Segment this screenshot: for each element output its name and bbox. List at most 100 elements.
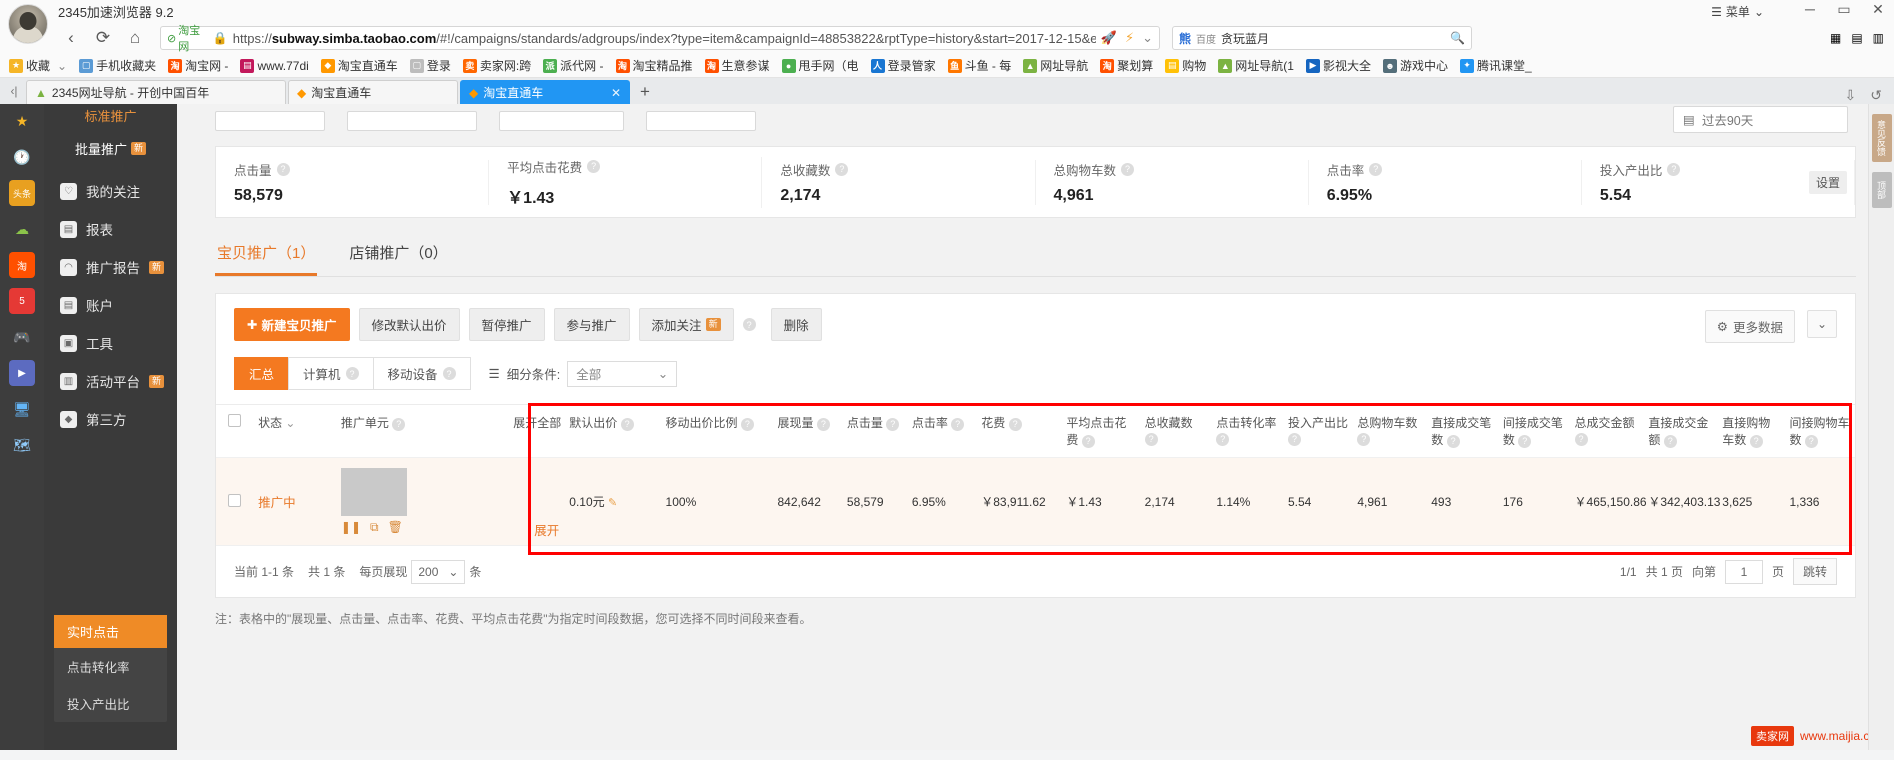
promotion-tab[interactable]: 宝贝推广（1） <box>215 236 318 276</box>
column-header[interactable]: 点击量 ? <box>842 404 908 458</box>
promotion-tab[interactable]: 店铺推广（0） <box>347 236 449 276</box>
expand-row-link[interactable]: 展开 <box>534 520 559 539</box>
bookmark-item[interactable]: 淘生意参谋 <box>700 56 775 75</box>
help-icon[interactable]: ? <box>345 367 359 380</box>
help-icon[interactable]: ? <box>1287 432 1301 446</box>
grid-icon[interactable]: ▦ <box>1830 31 1841 45</box>
edit-default-bid-button[interactable]: 修改默认出价 <box>358 308 460 341</box>
bookmark-item[interactable]: 鱼斗鱼 - 每 <box>943 56 1017 75</box>
download-icon[interactable]: ⇩ <box>1845 87 1857 104</box>
bookmark-item[interactable]: 卖卖家网:跨 <box>458 56 536 75</box>
sidebar-item-0[interactable]: ♡ 我的关注 <box>44 172 177 210</box>
bookmark-item[interactable]: ▲ 网址导航 <box>1018 56 1093 75</box>
help-icon[interactable]: ? <box>587 159 601 173</box>
column-header[interactable]: 总购物车数 ? <box>1353 404 1428 458</box>
help-icon[interactable]: ? <box>740 417 754 431</box>
jump-button[interactable]: 跳转 <box>1792 558 1837 585</box>
restore-tab-icon[interactable]: ↺ <box>1870 87 1882 104</box>
help-icon[interactable]: ? <box>1663 434 1677 448</box>
help-icon[interactable]: ? <box>1081 434 1095 448</box>
monitor-icon[interactable]: 🖥 <box>9 396 35 422</box>
bookmark-item[interactable]: 人登录管家 <box>866 56 941 75</box>
column-header[interactable]: 点击率 ? <box>907 404 978 458</box>
game-icon[interactable]: 🎮 <box>9 324 35 350</box>
bookmark-item[interactable]: ▤ www.77di <box>235 58 313 74</box>
maximize-button[interactable]: ▭ <box>1836 2 1852 18</box>
column-header[interactable]: 点击转化率 ? <box>1212 404 1284 458</box>
help-icon[interactable]: ? <box>1667 162 1681 176</box>
help-icon[interactable]: ? <box>951 417 965 431</box>
help-icon[interactable]: ? <box>1369 162 1383 176</box>
close-button[interactable]: ✕ <box>1870 2 1886 18</box>
bookmark-item[interactable]: 淘淘宝精品推 <box>611 56 698 75</box>
bookmark-item[interactable]: ☻ 游戏中心 <box>1378 56 1453 75</box>
search-bar[interactable]: 熊 百度 贪玩蓝月 🔍 <box>1172 26 1472 50</box>
feedback-icon[interactable]: 意见反馈 <box>1871 114 1892 162</box>
browser-tab[interactable]: ▲ 2345网址导航 - 开创中国百年 <box>26 80 286 104</box>
column-header[interactable]: 间接购物车数 ? <box>1785 404 1855 458</box>
column-header[interactable]: 花费 ? <box>977 404 1063 458</box>
help-icon[interactable]: ? <box>620 417 634 431</box>
join-promotion-button[interactable]: 参与推广 <box>553 308 630 341</box>
pause-icon[interactable]: ❚❚ <box>341 520 361 535</box>
video-icon[interactable]: ▶ <box>9 360 35 386</box>
segment-button[interactable]: 移动设备? <box>372 357 471 390</box>
browser-tab[interactable]: ◆ 淘宝直通车 <box>288 80 458 104</box>
filter-box-1[interactable] <box>215 111 325 131</box>
bookmark-item[interactable]: ● 甩手网（电 <box>777 56 864 75</box>
help-icon[interactable]: ? <box>1216 432 1230 446</box>
search-icon[interactable]: 🔍 <box>1450 31 1465 45</box>
sidebar-item-1[interactable]: ▤ 报表 <box>44 210 177 248</box>
copy-icon[interactable]: ⧉ <box>370 520 379 535</box>
per-page-select[interactable]: 200 ⌄ <box>411 559 466 584</box>
goto-page-input[interactable]: 1 <box>1724 559 1763 584</box>
filter-box-4[interactable] <box>646 111 756 131</box>
bookmark-item[interactable]: 淘淘宝网 - <box>163 56 233 75</box>
bookmark-item[interactable]: ▶ 影视大全 <box>1301 56 1376 75</box>
clock-icon[interactable]: 🕐 <box>9 144 35 170</box>
delete-button[interactable]: 删除 <box>770 308 822 341</box>
trash-icon[interactable]: 🗑 <box>388 520 403 535</box>
bookmark-item[interactable]: ◆ 淘宝直通车 <box>316 56 403 75</box>
metrics-setting-button[interactable]: 设置 <box>1808 171 1847 194</box>
realtime-item[interactable]: 点击转化率 <box>54 648 167 685</box>
star-icon[interactable]: ★ <box>9 108 35 134</box>
segment-button[interactable]: 汇总 <box>234 357 290 390</box>
help-icon[interactable]: ? <box>816 417 830 431</box>
help-icon[interactable]: ? <box>1357 432 1371 446</box>
column-header[interactable]: 平均点击花费 ? <box>1062 404 1141 458</box>
window-split-icon[interactable]: ▤ <box>1851 31 1862 45</box>
sidebar-item-5[interactable]: ▥ 活动平台新 <box>44 362 177 400</box>
help-icon[interactable]: ? <box>1574 432 1588 446</box>
help-icon[interactable]: ? <box>1749 434 1763 448</box>
bookmark-item[interactable]: ▲ 网址导航(1 <box>1213 56 1299 75</box>
menu-button[interactable]: ☰ 菜单 ⌄ <box>1711 3 1764 20</box>
sidebar-item-6[interactable]: ◆ 第三方 <box>44 400 177 438</box>
bookmark-item[interactable]: 派派代网 - <box>538 56 608 75</box>
new-tab-button[interactable]: + <box>632 80 658 104</box>
sidebar-item-batch-promo[interactable]: 批量推广 新 <box>44 133 177 172</box>
bookmark-item[interactable]: ▤ 购物 <box>1160 56 1211 75</box>
help-icon[interactable]: ? <box>835 162 849 176</box>
add-follow-button[interactable]: 添加关注 新 <box>638 308 734 341</box>
back-to-top-icon[interactable]: 顶部 <box>1871 172 1892 208</box>
sidebar-item-2[interactable]: ◠ 推广报告新 <box>44 248 177 286</box>
column-header[interactable]: 直接成交笔数 ? <box>1427 404 1499 458</box>
filter-box-3[interactable] <box>499 111 624 131</box>
bookmark-item[interactable]: ▢ 手机收藏夹 <box>74 56 161 75</box>
expand-toolbar-button[interactable]: ⌄ <box>1807 310 1837 338</box>
column-header[interactable]: 直接成交金额 ? <box>1644 404 1719 458</box>
news-icon[interactable]: 头条 <box>9 180 35 206</box>
help-icon[interactable]: ? <box>1144 432 1158 446</box>
new-promotion-button[interactable]: ✚ 新建宝贝推广 <box>234 308 350 341</box>
pencil-icon[interactable]: ✎ <box>608 497 617 509</box>
taobao-icon[interactable]: 淘 <box>9 252 35 278</box>
home-icon[interactable]: ⌂ <box>120 24 150 52</box>
avatar[interactable] <box>8 4 48 44</box>
help-icon[interactable]: ? <box>1804 434 1818 448</box>
bookmark-item[interactable]: ★ 收藏 ⌄ <box>4 56 72 75</box>
help-icon[interactable]: ? <box>1446 434 1460 448</box>
column-header[interactable]: 直接购物车数 ? <box>1718 404 1786 458</box>
lightning-icon[interactable]: ⚡ <box>1125 30 1134 46</box>
reload-icon[interactable]: ⟳ <box>88 24 118 52</box>
